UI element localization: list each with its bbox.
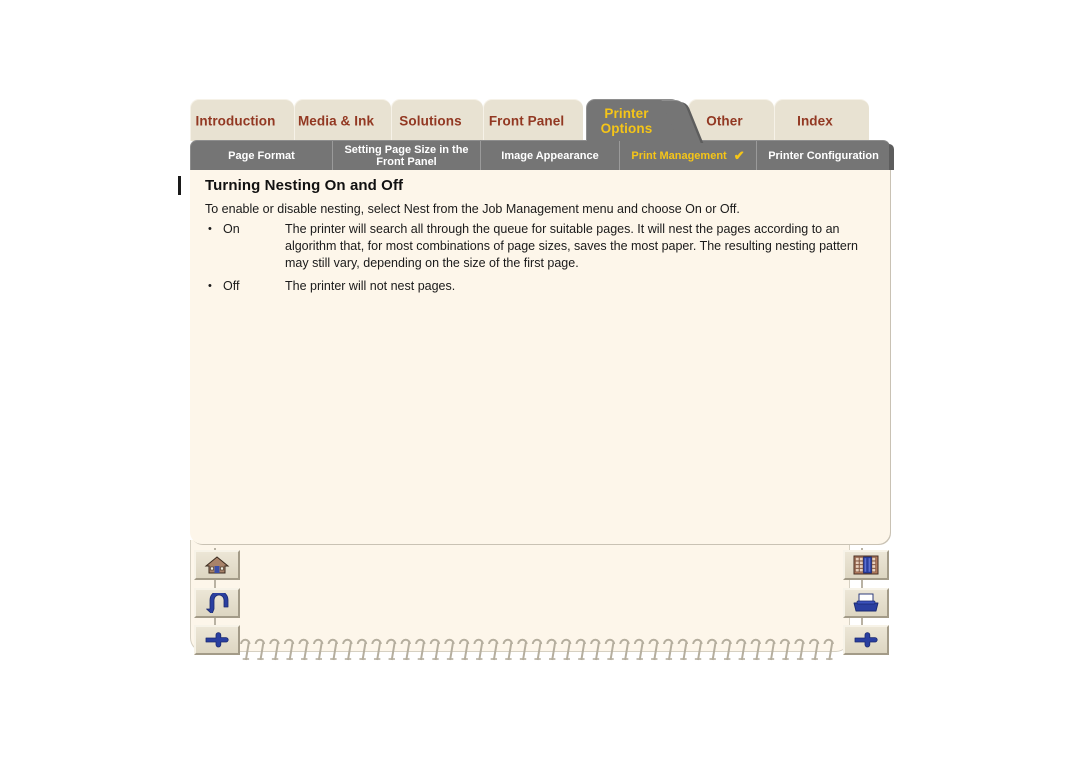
pointing-hand-right-icon xyxy=(852,631,880,649)
tab-notch xyxy=(850,100,890,143)
pointing-hand-right-icon xyxy=(203,631,231,649)
sub-tab-print-management[interactable]: Print Management ✔ xyxy=(620,141,757,170)
sub-tab-label: Page Format xyxy=(228,149,295,162)
sub-tab-page-format[interactable]: Page Format xyxy=(191,141,333,170)
next-page-button[interactable] xyxy=(194,625,240,655)
sub-tab-label: Setting Page Size in the Front Panel xyxy=(344,143,469,168)
tab-shadow xyxy=(867,102,893,143)
main-tab-label: Printer Options xyxy=(587,106,666,136)
intro-paragraph: To enable or disable nesting, select Nes… xyxy=(205,202,740,216)
sub-tab-label: Print Management xyxy=(631,149,727,162)
bullet-list: • On The printer will search all through… xyxy=(205,221,878,301)
main-tab-solutions[interactable]: Solutions xyxy=(391,99,507,143)
main-tab-media-and-ink[interactable]: Media & Ink xyxy=(294,99,415,143)
main-tab-front-panel[interactable]: Front Panel xyxy=(483,99,607,143)
forward-button[interactable] xyxy=(843,625,889,655)
bullet-term: Off xyxy=(223,279,240,293)
index-button[interactable] xyxy=(843,550,889,580)
document-viewer: Introduction Media & Ink Solutions Front… xyxy=(0,0,1080,763)
bullet-text: The printer will search all through the … xyxy=(285,222,858,270)
print-button[interactable] xyxy=(843,588,889,618)
main-tab-other[interactable]: Other xyxy=(688,99,798,143)
main-tab-label-line2: Options xyxy=(600,120,653,136)
spiral-binding xyxy=(240,638,834,661)
bullet-term: On xyxy=(223,222,240,236)
home-icon xyxy=(204,555,230,575)
main-tab-label: Front Panel xyxy=(488,113,565,128)
main-tab-label: Introduction xyxy=(195,113,276,128)
main-tab-label: Media & Ink xyxy=(297,113,375,128)
back-button[interactable] xyxy=(194,588,240,618)
main-tab-label: Other xyxy=(706,113,743,128)
bookshelf-icon xyxy=(853,555,879,575)
page-title: Turning Nesting On and Off xyxy=(205,177,404,194)
sub-tab-bar: Page Format Setting Page Size in the Fro… xyxy=(190,140,894,170)
back-arrow-icon xyxy=(204,593,230,613)
page-content: Turning Nesting On and Off To enable or … xyxy=(190,169,890,544)
sub-tab-image-appearance[interactable]: Image Appearance xyxy=(481,141,620,170)
sub-tab-setting-page-size-in-the-front-panel[interactable]: Setting Page Size in the Front Panel xyxy=(333,141,481,170)
main-tab-label-line1: Printer xyxy=(604,105,649,121)
bullet-text: The printer will not nest pages. xyxy=(285,279,456,293)
main-tab-row: Introduction Media & Ink Solutions Front… xyxy=(190,99,900,143)
main-tab-label: Index xyxy=(797,113,833,128)
change-bar xyxy=(178,176,181,195)
main-tab-label: Solutions xyxy=(399,113,462,128)
sub-tab-label: Image Appearance xyxy=(501,149,599,162)
main-tab-printer-options[interactable]: Printer Options xyxy=(586,99,704,143)
bullet-marker: • xyxy=(208,280,212,292)
sub-tab-printer-configuration[interactable]: Printer Configuration xyxy=(757,141,890,170)
main-tab-introduction[interactable]: Introduction xyxy=(190,99,318,143)
list-item: • Off The printer will not nest pages. xyxy=(205,278,878,295)
sub-tab-label: Printer Configuration xyxy=(768,149,879,162)
bullet-marker: • xyxy=(208,223,212,235)
printer-icon xyxy=(852,593,880,613)
checkmark-icon: ✔ xyxy=(733,147,745,163)
home-button[interactable] xyxy=(194,550,240,580)
main-tab-index[interactable]: Index xyxy=(774,99,893,143)
list-item: • On The printer will search all through… xyxy=(205,221,878,272)
